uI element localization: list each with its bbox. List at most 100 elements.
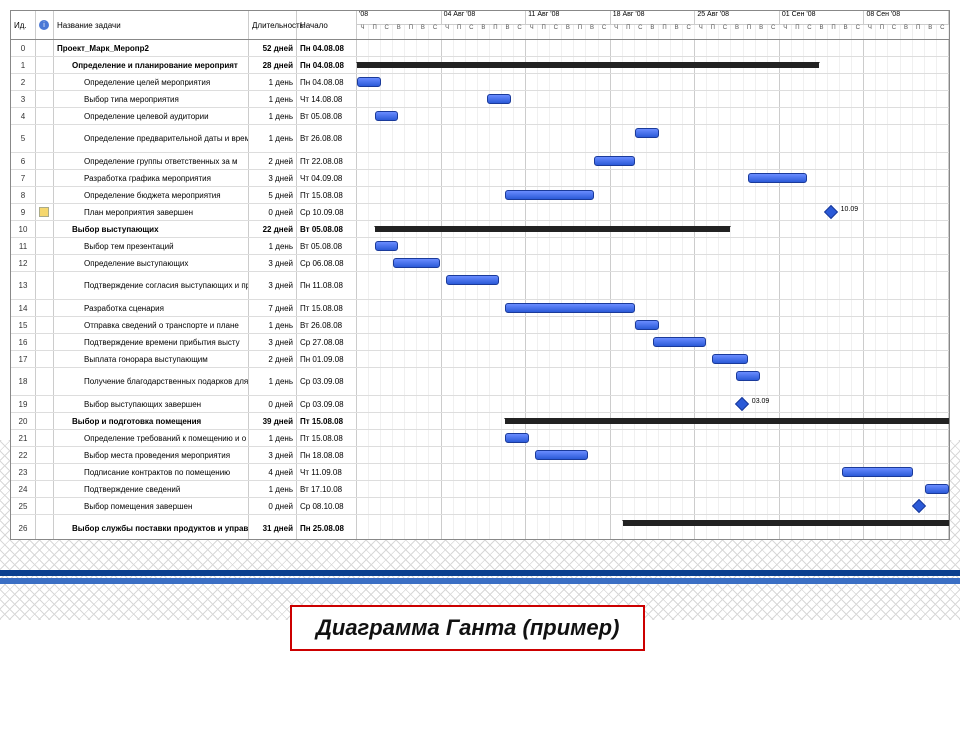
- timeline-cell[interactable]: [357, 413, 949, 429]
- cell-start[interactable]: Ср 27.08.08: [297, 334, 357, 350]
- task-row[interactable]: 21Определение требований к помещению и о…: [11, 430, 949, 447]
- timeline-cell[interactable]: [357, 430, 949, 446]
- cell-start[interactable]: Пн 04.08.08: [297, 57, 357, 73]
- cell-task-name[interactable]: Определение требований к помещению и о: [54, 430, 249, 446]
- gantt-bar[interactable]: [375, 111, 399, 121]
- task-row[interactable]: 26Выбор службы поставки продуктов и упра…: [11, 515, 949, 539]
- cell-task-name[interactable]: Определение бюджета мероприятия: [54, 187, 249, 203]
- cell-task-name[interactable]: Определение предварительной даты и време…: [54, 125, 249, 152]
- task-row[interactable]: 11Выбор тем презентаций1 деньВт 05.08.08: [11, 238, 949, 255]
- cell-start[interactable]: Чт 14.08.08: [297, 91, 357, 107]
- gantt-bar[interactable]: [712, 354, 748, 364]
- col-header-duration[interactable]: Длительность: [249, 11, 297, 39]
- task-row[interactable]: 25Выбор помещения завершен0 днейСр 08.10…: [11, 498, 949, 515]
- task-row[interactable]: 22Выбор места проведения мероприятия3 дн…: [11, 447, 949, 464]
- cell-duration[interactable]: 1 день: [249, 238, 297, 254]
- timeline-cell[interactable]: 10.09: [357, 204, 949, 220]
- cell-start[interactable]: Пт 15.08.08: [297, 430, 357, 446]
- timeline-cell[interactable]: [357, 221, 949, 237]
- task-row[interactable]: 1Определение и планирование мероприят28 …: [11, 57, 949, 74]
- task-row[interactable]: 0Проект_Марк_Меропр252 днейПн 04.08.08: [11, 40, 949, 57]
- cell-task-name[interactable]: Выбор и подготовка помещения: [54, 413, 249, 429]
- cell-start[interactable]: Вт 05.08.08: [297, 108, 357, 124]
- gantt-bar[interactable]: [393, 258, 440, 268]
- cell-task-name[interactable]: Получение благодарственных подарков для …: [54, 368, 249, 395]
- cell-duration[interactable]: 1 день: [249, 74, 297, 90]
- gantt-bar[interactable]: [535, 450, 588, 460]
- cell-task-name[interactable]: Определение и планирование мероприят: [54, 57, 249, 73]
- gantt-bar[interactable]: [357, 77, 381, 87]
- timeline-cell[interactable]: [357, 40, 949, 56]
- cell-start[interactable]: Пт 15.08.08: [297, 413, 357, 429]
- cell-task-name[interactable]: Подтверждение времени прибытия высту: [54, 334, 249, 350]
- cell-duration[interactable]: 2 дней: [249, 153, 297, 169]
- task-row[interactable]: 12Определение выступающих3 днейСр 06.08.…: [11, 255, 949, 272]
- cell-duration[interactable]: 3 дней: [249, 170, 297, 186]
- gantt-summary-bar[interactable]: [357, 62, 819, 68]
- timeline-cell[interactable]: [357, 125, 949, 152]
- gantt-summary-bar[interactable]: [505, 418, 949, 424]
- cell-task-name[interactable]: Выбор типа мероприятия: [54, 91, 249, 107]
- cell-duration[interactable]: 0 дней: [249, 498, 297, 514]
- cell-duration[interactable]: 22 дней: [249, 221, 297, 237]
- cell-start[interactable]: Пн 25.08.08: [297, 515, 357, 539]
- cell-duration[interactable]: 1 день: [249, 91, 297, 107]
- cell-task-name[interactable]: Определение целей мероприятия: [54, 74, 249, 90]
- timeline-cell[interactable]: [357, 91, 949, 107]
- cell-duration[interactable]: 0 дней: [249, 396, 297, 412]
- cell-duration[interactable]: 1 день: [249, 108, 297, 124]
- timeline-cell[interactable]: [357, 300, 949, 316]
- gantt-bar[interactable]: [505, 433, 529, 443]
- cell-duration[interactable]: 7 дней: [249, 300, 297, 316]
- cell-start[interactable]: Ср 03.09.08: [297, 396, 357, 412]
- task-row[interactable]: 23Подписание контрактов по помещению4 дн…: [11, 464, 949, 481]
- task-row[interactable]: 8Определение бюджета мероприятия5 днейПт…: [11, 187, 949, 204]
- cell-task-name[interactable]: Разработка сценария: [54, 300, 249, 316]
- timeline-cell[interactable]: [357, 57, 949, 73]
- timeline-cell[interactable]: [357, 238, 949, 254]
- timeline-cell[interactable]: [357, 481, 949, 497]
- timeline-cell[interactable]: [357, 187, 949, 203]
- task-row[interactable]: 2Определение целей мероприятия1 деньПн 0…: [11, 74, 949, 91]
- task-row[interactable]: 16Подтверждение времени прибытия высту3 …: [11, 334, 949, 351]
- cell-task-name[interactable]: Выбор службы поставки продуктов и управл…: [54, 515, 249, 539]
- timeline-cell[interactable]: [357, 272, 949, 299]
- cell-task-name[interactable]: Выплата гонорара выступающим: [54, 351, 249, 367]
- timeline-cell[interactable]: [357, 515, 949, 539]
- col-header-indicator[interactable]: i: [36, 11, 54, 39]
- cell-task-name[interactable]: Определение выступающих: [54, 255, 249, 271]
- gantt-bar[interactable]: [635, 128, 659, 138]
- gantt-bar[interactable]: [505, 303, 635, 313]
- cell-duration[interactable]: 0 дней: [249, 204, 297, 220]
- cell-start[interactable]: Вт 26.08.08: [297, 317, 357, 333]
- cell-task-name[interactable]: Выбор выступающих завершен: [54, 396, 249, 412]
- task-row[interactable]: 14Разработка сценария7 днейПт 15.08.08: [11, 300, 949, 317]
- col-header-name[interactable]: Название задачи: [54, 11, 249, 39]
- cell-duration[interactable]: 31 дней: [249, 515, 297, 539]
- cell-duration[interactable]: 1 день: [249, 125, 297, 152]
- gantt-bar[interactable]: [505, 190, 594, 200]
- gantt-bar[interactable]: [653, 337, 706, 347]
- cell-task-name[interactable]: Разработка графика мероприятия: [54, 170, 249, 186]
- task-row[interactable]: 18Получение благодарственных подарков дл…: [11, 368, 949, 396]
- timeline-cell[interactable]: [357, 153, 949, 169]
- task-row[interactable]: 4Определение целевой аудитории1 деньВт 0…: [11, 108, 949, 125]
- cell-start[interactable]: Ср 06.08.08: [297, 255, 357, 271]
- cell-duration[interactable]: 3 дней: [249, 272, 297, 299]
- task-row[interactable]: 3Выбор типа мероприятия1 деньЧт 14.08.08: [11, 91, 949, 108]
- cell-task-name[interactable]: Подтверждение согласия выступающих и про…: [54, 272, 249, 299]
- cell-start[interactable]: Пн 18.08.08: [297, 447, 357, 463]
- cell-task-name[interactable]: Подтверждение сведений: [54, 481, 249, 497]
- timeline-cell[interactable]: [357, 447, 949, 463]
- task-row[interactable]: 24Подтверждение сведений1 деньВт 17.10.0…: [11, 481, 949, 498]
- cell-duration[interactable]: 1 день: [249, 430, 297, 446]
- cell-start[interactable]: Вт 17.10.08: [297, 481, 357, 497]
- gantt-bar[interactable]: [736, 371, 760, 381]
- cell-task-name[interactable]: Выбор места проведения мероприятия: [54, 447, 249, 463]
- cell-start[interactable]: Пн 04.08.08: [297, 40, 357, 56]
- cell-duration[interactable]: 1 день: [249, 481, 297, 497]
- timeline-cell[interactable]: [357, 334, 949, 350]
- cell-start[interactable]: Пн 11.08.08: [297, 272, 357, 299]
- cell-duration[interactable]: 3 дней: [249, 255, 297, 271]
- gantt-bar[interactable]: [594, 156, 635, 166]
